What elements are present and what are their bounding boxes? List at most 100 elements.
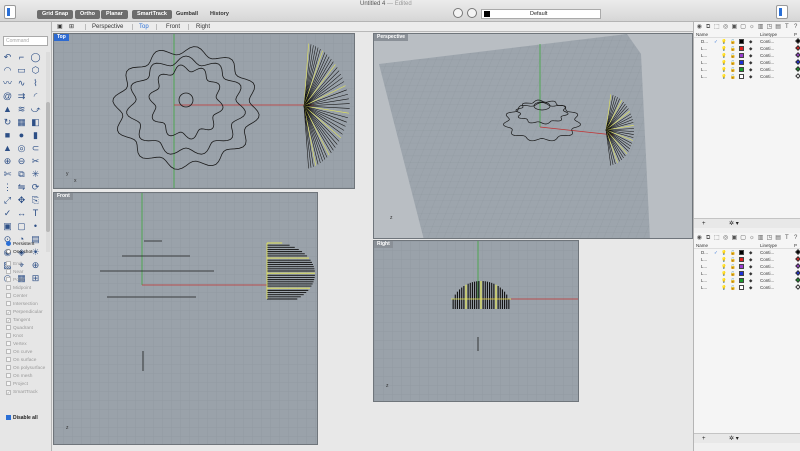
layer-row-2[interactable]: L... 💡 🔓 ◆ Conti... xyxy=(694,256,800,263)
extrude-icon[interactable]: ▲ xyxy=(2,104,13,115)
material-icon[interactable]: ◎ xyxy=(722,234,729,242)
lock-icon[interactable]: 🔓 xyxy=(730,249,736,256)
group-icon[interactable]: ▣ xyxy=(2,221,13,232)
print-color-icon[interactable] xyxy=(795,45,800,51)
polygon-icon[interactable]: ⬡ xyxy=(30,65,41,76)
layer-row[interactable]: L... 💡 🔓 ◆ Conti... xyxy=(694,45,800,52)
osnap-on-surface[interactable]: On surface xyxy=(6,357,50,365)
bulb-icon[interactable]: 💡 xyxy=(721,256,727,263)
viewport-front[interactable]: z Front xyxy=(53,192,318,445)
layer-linetype[interactable]: Conti... xyxy=(760,270,774,277)
split-icon[interactable]: ✂ xyxy=(30,156,41,167)
copy-icon[interactable]: ⎘ xyxy=(30,195,41,206)
lock-icon[interactable]: 🔓 xyxy=(730,59,736,66)
cone-icon[interactable]: ▲ xyxy=(2,143,13,154)
lock-icon[interactable]: 🔓 xyxy=(730,66,736,73)
osnap-mode-persistent[interactable]: Persistent xyxy=(6,241,50,249)
smarttrack-button[interactable]: SmartTrack xyxy=(132,10,172,19)
bulb-icon[interactable]: 💡 xyxy=(721,277,727,284)
interpolate-icon[interactable]: ∿ xyxy=(16,78,27,89)
layers-icon[interactable]: ⧉ xyxy=(705,234,712,242)
layer-color-swatch[interactable] xyxy=(739,39,744,44)
patch-icon[interactable]: ◧ xyxy=(30,117,41,128)
bulb-icon[interactable]: 💡 xyxy=(721,52,727,59)
object-icon[interactable]: ⬚ xyxy=(714,234,721,242)
network-icon[interactable]: ▦ xyxy=(16,117,27,128)
material-icon[interactable]: ◆ xyxy=(749,284,752,291)
viewport-top[interactable]: y x Top xyxy=(53,33,355,189)
help-icon[interactable]: ? xyxy=(792,23,799,31)
layer-row-2[interactable]: L... 💡 🔓 ◆ Conti... xyxy=(694,263,800,270)
spiral-icon[interactable]: @ xyxy=(2,91,13,102)
lock-icon[interactable]: ▢ xyxy=(740,23,747,31)
polyline-icon[interactable]: ⌐ xyxy=(16,52,27,63)
text-icon[interactable]: T xyxy=(784,234,791,242)
mirror-icon[interactable]: ⇋ xyxy=(16,182,27,193)
boolean-union-icon[interactable]: ⊕ xyxy=(2,156,13,167)
layer-color-swatch[interactable] xyxy=(739,53,744,58)
cube-icon[interactable]: ▣ xyxy=(731,234,738,242)
material-icon[interactable]: ◎ xyxy=(722,23,729,31)
array-icon[interactable]: ⋮ xyxy=(2,182,13,193)
layer-linetype[interactable]: Conti... xyxy=(760,263,774,270)
light-icon[interactable]: ☼ xyxy=(749,23,756,31)
check-icon[interactable]: ✓ xyxy=(2,208,13,219)
osnap-on-polysurface[interactable]: On polysurface xyxy=(6,365,50,373)
layer-linetype[interactable]: Conti... xyxy=(760,284,774,291)
layer-options-gear-icon[interactable]: ✲ ▾ xyxy=(729,219,739,229)
text-icon[interactable]: T xyxy=(784,23,791,31)
history-button[interactable]: History xyxy=(210,10,229,19)
material-icon[interactable]: ◆ xyxy=(749,256,752,263)
layers-icon[interactable]: ⧉ xyxy=(705,23,712,31)
layer-row[interactable]: D... ✓ 💡 🔓 ◆ Conti... xyxy=(694,38,800,45)
eye-icon[interactable]: ◉ xyxy=(696,234,703,242)
osnap-intersection[interactable]: Intersection xyxy=(6,301,50,309)
layer-linetype[interactable]: Conti... xyxy=(760,256,774,263)
grid-snap-button[interactable]: Grid Snap xyxy=(37,10,74,19)
pipe-icon[interactable]: ⊂ xyxy=(30,143,41,154)
offset-icon[interactable]: ⇉ xyxy=(16,91,27,102)
tab-top[interactable]: Top xyxy=(139,22,149,32)
viewport-front-title[interactable]: Front xyxy=(54,193,73,200)
osnap-on-curve[interactable]: On curve xyxy=(6,349,50,357)
layer-color-swatch[interactable] xyxy=(739,250,744,255)
record-history-icon[interactable] xyxy=(453,8,463,18)
explode-icon[interactable]: ✳ xyxy=(30,169,41,180)
lock-icon[interactable]: 🔓 xyxy=(730,73,736,80)
osnap-project[interactable]: Project xyxy=(6,381,50,389)
scrollbar-thumb[interactable] xyxy=(46,102,50,232)
point-icon[interactable]: • xyxy=(30,221,41,232)
layer-color-swatch[interactable] xyxy=(739,46,744,51)
material-icon[interactable]: ◆ xyxy=(749,38,752,45)
osnap-end[interactable]: End xyxy=(6,261,50,269)
layer-row[interactable]: L... 💡 🔓 ◆ Conti... xyxy=(694,66,800,73)
bulb-icon[interactable]: 💡 xyxy=(721,249,727,256)
layer-linetype[interactable]: Conti... xyxy=(760,52,774,59)
layer-color-swatch[interactable] xyxy=(739,257,744,262)
scale-icon[interactable]: ⤢ xyxy=(2,195,13,206)
four-view-icon[interactable]: ⊞ xyxy=(69,22,74,32)
material-icon[interactable]: ◆ xyxy=(749,277,752,284)
tool-palette-scrollbar[interactable] xyxy=(46,52,50,252)
lock-icon[interactable]: 🔓 xyxy=(730,270,736,277)
print-color-icon[interactable] xyxy=(795,52,800,58)
rotate-icon[interactable]: ⟳ xyxy=(30,182,41,193)
layer-color-swatch[interactable] xyxy=(739,67,744,72)
bulb-icon[interactable]: 💡 xyxy=(721,73,727,80)
notes-icon[interactable]: ▤ xyxy=(775,23,782,31)
circle-icon[interactable]: ◯ xyxy=(30,52,41,63)
lock-icon[interactable]: 🔓 xyxy=(730,284,736,291)
print-color-icon[interactable] xyxy=(795,38,800,44)
viewport-top-title[interactable]: Top xyxy=(54,34,69,41)
freeform-icon[interactable]: 〰 xyxy=(2,78,13,89)
osnap-mode-one-shot[interactable]: One shot xyxy=(6,249,50,257)
viewport-right[interactable]: z Right xyxy=(373,240,579,402)
lock-icon[interactable]: 🔓 xyxy=(730,277,736,284)
loft-icon[interactable]: ≋ xyxy=(16,104,27,115)
fillet-icon[interactable]: ◜ xyxy=(30,91,41,102)
left-panel-toggle-button[interactable] xyxy=(4,5,16,19)
object-icon[interactable]: ⬚ xyxy=(714,23,721,31)
viewport-perspective-title[interactable]: Perspective xyxy=(374,34,409,41)
layer-linetype[interactable]: Conti... xyxy=(760,45,774,52)
tab-perspective[interactable]: Perspective xyxy=(92,22,123,32)
